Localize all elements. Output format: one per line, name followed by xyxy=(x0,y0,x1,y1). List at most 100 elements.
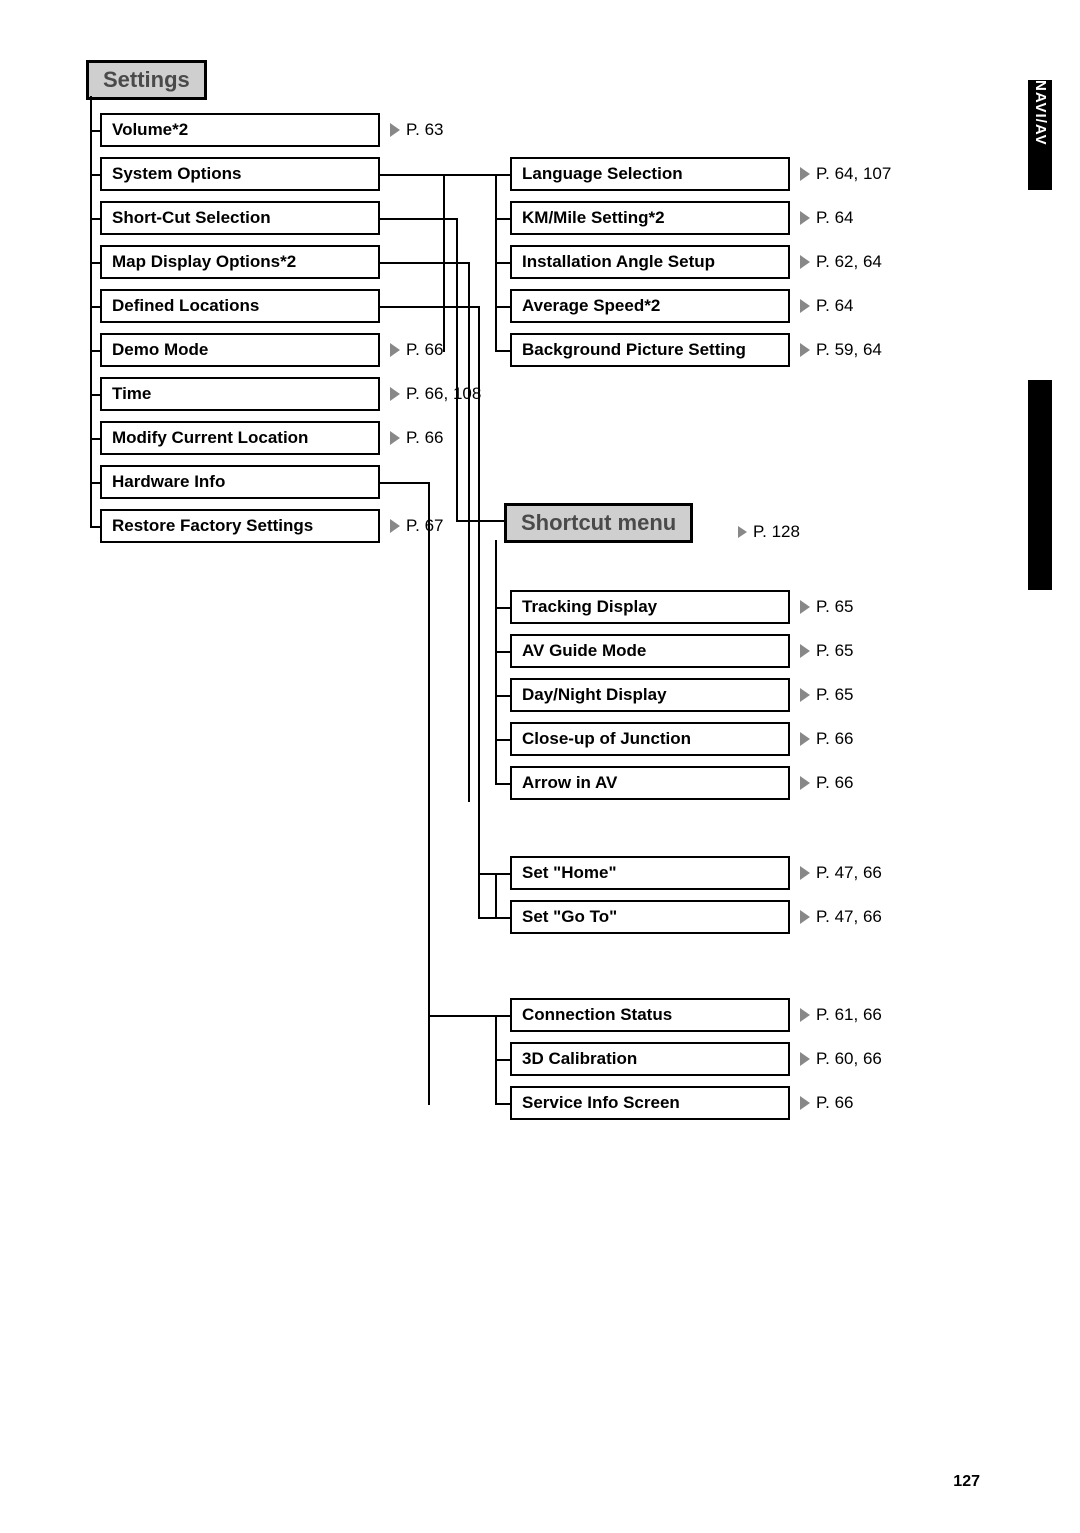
pageref-km: P. 64 xyxy=(800,201,854,235)
item-day-night: Day/Night Display xyxy=(510,678,790,712)
triangle-icon xyxy=(800,776,810,790)
triangle-icon xyxy=(800,1096,810,1110)
line xyxy=(380,482,430,484)
pageref-cal3d: P. 60, 66 xyxy=(800,1042,882,1076)
pageref-bg: P. 59, 64 xyxy=(800,333,882,367)
item-bg-picture: Background Picture Setting xyxy=(510,333,790,367)
line xyxy=(495,651,510,653)
triangle-icon xyxy=(800,1052,810,1066)
pageref-daynt: P. 65 xyxy=(800,678,854,712)
line xyxy=(468,262,470,802)
pageref-svc: P. 66 xyxy=(800,1086,854,1120)
pageref-goto: P. 47, 66 xyxy=(800,900,882,934)
pageref-home: P. 47, 66 xyxy=(800,856,882,890)
line xyxy=(478,306,480,919)
triangle-icon xyxy=(800,732,810,746)
manual-page: NAVI/AV Appendix 127 Settings Shortcut m… xyxy=(0,0,1080,1533)
pageref-lang: P. 64, 107 xyxy=(800,157,891,191)
pageref-angle: P. 62, 64 xyxy=(800,245,882,279)
triangle-icon xyxy=(800,167,810,181)
line xyxy=(456,520,504,522)
line xyxy=(495,306,510,308)
line xyxy=(380,306,480,308)
line xyxy=(495,873,497,919)
line xyxy=(90,218,100,220)
triangle-icon xyxy=(738,526,747,538)
item-system-options: System Options xyxy=(100,157,380,191)
item-closeup-junction: Close-up of Junction xyxy=(510,722,790,756)
item-arrow-av: Arrow in AV xyxy=(510,766,790,800)
page-number: 127 xyxy=(953,1473,980,1491)
triangle-icon xyxy=(800,299,810,313)
item-av-guide: AV Guide Mode xyxy=(510,634,790,668)
header-shortcut-page: P. 128 xyxy=(738,515,800,549)
side-tab-naviav: NAVI/AV xyxy=(1028,80,1052,190)
line xyxy=(495,783,510,785)
line xyxy=(478,873,510,875)
pageref-closeup: P. 66 xyxy=(800,722,854,756)
pageref-volume: P. 63 xyxy=(390,113,444,147)
line xyxy=(495,218,510,220)
header-shortcut: Shortcut menu xyxy=(504,503,693,543)
item-set-goto: Set "Go To" xyxy=(510,900,790,934)
triangle-icon xyxy=(800,600,810,614)
line xyxy=(90,130,100,132)
item-time: Time xyxy=(100,377,380,411)
pageref-avguide: P. 65 xyxy=(800,634,854,668)
line xyxy=(428,482,430,1105)
line xyxy=(495,1103,510,1105)
header-shortcut-page-text: P. 128 xyxy=(753,522,800,542)
item-km-mile: KM/Mile Setting*2 xyxy=(510,201,790,235)
triangle-icon xyxy=(800,688,810,702)
triangle-icon xyxy=(800,343,810,357)
pageref-restore: P. 67 xyxy=(390,509,444,543)
pageref-arrowav: P. 66 xyxy=(800,766,854,800)
line xyxy=(478,917,510,919)
pageref-track: P. 65 xyxy=(800,590,854,624)
line xyxy=(495,695,510,697)
line xyxy=(495,350,510,352)
header-settings: Settings xyxy=(86,60,207,100)
line xyxy=(380,218,458,220)
item-tracking-display: Tracking Display xyxy=(510,590,790,624)
triangle-icon xyxy=(800,910,810,924)
item-set-home: Set "Home" xyxy=(510,856,790,890)
line xyxy=(90,438,100,440)
item-restore-factory: Restore Factory Settings xyxy=(100,509,380,543)
item-modify-location: Modify Current Location xyxy=(100,421,380,455)
item-avg-speed: Average Speed*2 xyxy=(510,289,790,323)
line xyxy=(90,350,100,352)
item-language-selection: Language Selection xyxy=(510,157,790,191)
item-hardware-info: Hardware Info xyxy=(100,465,380,499)
item-demo-mode: Demo Mode xyxy=(100,333,380,367)
line xyxy=(380,262,470,264)
line xyxy=(495,262,510,264)
header-shortcut-label: Shortcut menu xyxy=(507,506,690,540)
triangle-icon xyxy=(390,431,400,445)
item-defined-locations: Defined Locations xyxy=(100,289,380,323)
line xyxy=(90,174,100,176)
item-connection-status: Connection Status xyxy=(510,998,790,1032)
line xyxy=(428,1015,510,1017)
pageref-avgspd: P. 64 xyxy=(800,289,854,323)
triangle-icon xyxy=(390,387,400,401)
side-tab-naviav-label: NAVI/AV xyxy=(1032,80,1049,146)
pageref-demo: P. 66 xyxy=(390,333,444,367)
triangle-icon xyxy=(800,644,810,658)
header-settings-label: Settings xyxy=(89,63,204,97)
line xyxy=(495,1059,510,1061)
line xyxy=(90,96,92,526)
line xyxy=(90,526,100,528)
pageref-modloc: P. 66 xyxy=(390,421,444,455)
item-service-info: Service Info Screen xyxy=(510,1086,790,1120)
line xyxy=(495,540,497,785)
triangle-icon xyxy=(800,255,810,269)
item-volume: Volume*2 xyxy=(100,113,380,147)
item-3d-calibration: 3D Calibration xyxy=(510,1042,790,1076)
line xyxy=(90,482,100,484)
triangle-icon xyxy=(390,343,400,357)
line xyxy=(495,739,510,741)
line xyxy=(90,394,100,396)
triangle-icon xyxy=(800,211,810,225)
line xyxy=(443,174,510,176)
